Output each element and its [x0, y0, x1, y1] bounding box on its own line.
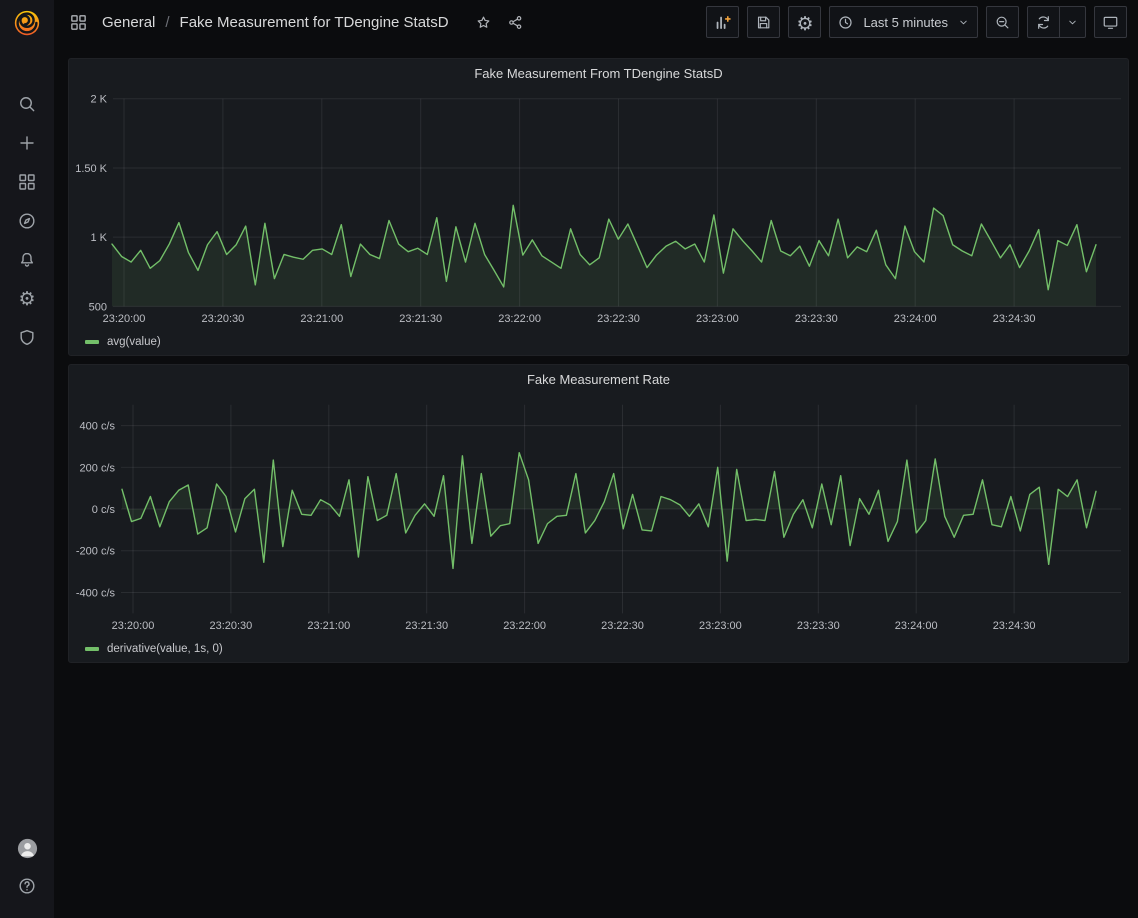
legend-label: avg(value) — [107, 336, 161, 348]
legend-swatch — [85, 340, 99, 344]
svg-text:23:20:00: 23:20:00 — [112, 620, 155, 632]
sidebar-bottom — [16, 837, 39, 896]
svg-text:500: 500 — [89, 301, 107, 313]
user-avatar[interactable] — [16, 837, 39, 860]
panel-title[interactable]: Fake Measurement From TDengine StatsD — [69, 59, 1128, 81]
svg-text:23:23:30: 23:23:30 — [795, 313, 838, 325]
svg-text:23:21:00: 23:21:00 — [300, 313, 343, 325]
svg-text:23:21:30: 23:21:30 — [399, 313, 442, 325]
legend-item[interactable]: avg(value) — [85, 336, 161, 348]
svg-text:-400 c/s: -400 c/s — [76, 587, 116, 599]
time-series-chart[interactable]: 23:20:00 23:20:30 23:21:00 23:21:30 23:22:00… — [69, 365, 1128, 662]
svg-text:23:23:00: 23:23:00 — [699, 620, 742, 632]
dashboards-icon[interactable] — [17, 172, 37, 192]
svg-text:1.50 K: 1.50 K — [75, 163, 107, 175]
svg-text:23:24:00: 23:24:00 — [894, 313, 937, 325]
panel-fake-measurement-rate: Fake Measurement Rate 23:20:0023:20:3023… — [68, 364, 1129, 663]
time-range-label: Last 5 minutes — [861, 15, 950, 30]
legend-label: derivative(value, 1s, 0) — [107, 643, 223, 655]
panel-title[interactable]: Fake Measurement Rate — [69, 365, 1128, 387]
breadcrumb-dashboard-title[interactable]: Fake Measurement for TDengine StatsD — [180, 14, 449, 31]
sidebar: ⚙ — [0, 0, 54, 918]
save-dashboard-button[interactable] — [747, 6, 780, 38]
chevron-down-icon — [1066, 16, 1079, 29]
grafana-app: ⚙ General / Fake Measurement for TDengin… — [0, 0, 1138, 918]
svg-text:2 K: 2 K — [90, 94, 107, 106]
cycle-view-mode-button[interactable] — [1094, 6, 1127, 38]
dashboard-toolbar: ⚙ Last 5 minutes — [706, 6, 1127, 38]
svg-text:-200 c/s: -200 c/s — [76, 546, 116, 558]
chevron-down-icon — [957, 16, 970, 29]
dashboard-canvas: Fake Measurement From TDengine StatsD 23… — [54, 44, 1138, 671]
svg-text:23:20:30: 23:20:30 — [210, 620, 253, 632]
help-icon[interactable] — [17, 876, 37, 896]
sync-icon — [1035, 14, 1052, 31]
refresh-button-group — [1027, 6, 1086, 38]
refresh-interval-dropdown[interactable] — [1060, 6, 1086, 38]
server-admin-shield-icon[interactable] — [17, 328, 37, 348]
gear-icon: ⚙ — [796, 14, 813, 31]
svg-text:23:20:30: 23:20:30 — [202, 313, 245, 325]
configuration-gear-icon[interactable]: ⚙ — [17, 289, 37, 309]
alerting-bell-icon[interactable] — [17, 250, 37, 270]
refresh-button[interactable] — [1027, 6, 1060, 38]
top-navbar: General / Fake Measurement for TDengine … — [54, 0, 1138, 44]
panel-add-icon — [714, 14, 731, 31]
svg-text:23:21:00: 23:21:00 — [307, 620, 350, 632]
search-icon[interactable] — [17, 94, 37, 114]
create-plus-icon[interactable] — [17, 133, 37, 153]
grafana-logo[interactable] — [12, 8, 42, 38]
svg-text:23:22:00: 23:22:00 — [498, 313, 541, 325]
sidebar-nav: ⚙ — [17, 94, 37, 348]
svg-text:1 K: 1 K — [90, 232, 107, 244]
legend-item[interactable]: derivative(value, 1s, 0) — [85, 643, 223, 655]
dashboard-grid-icon[interactable] — [69, 13, 88, 32]
explore-compass-icon[interactable] — [17, 211, 37, 231]
time-series-chart[interactable]: 23:20:00 23:20:30 23:21:00 23:21:30 23:22:00… — [69, 59, 1128, 355]
star-icon[interactable] — [475, 14, 492, 31]
svg-text:23:23:00: 23:23:00 — [696, 313, 739, 325]
svg-text:23:24:00: 23:24:00 — [895, 620, 938, 632]
save-icon — [755, 14, 772, 31]
clock-icon — [837, 14, 854, 31]
main-area: General / Fake Measurement for TDengine … — [54, 0, 1138, 918]
breadcrumb-separator: / — [165, 14, 169, 31]
monitor-icon — [1102, 14, 1119, 31]
svg-text:23:24:30: 23:24:30 — [993, 620, 1036, 632]
svg-text:0 c/s: 0 c/s — [92, 504, 116, 516]
svg-text:400 c/s: 400 c/s — [80, 421, 116, 433]
share-icon[interactable] — [507, 14, 524, 31]
svg-text:23:22:30: 23:22:30 — [597, 313, 640, 325]
svg-text:23:23:30: 23:23:30 — [797, 620, 840, 632]
zoom-out-icon — [994, 14, 1011, 31]
panel-fake-measurement: Fake Measurement From TDengine StatsD 23… — [68, 58, 1129, 356]
svg-text:200 c/s: 200 c/s — [80, 462, 116, 474]
dashboard-settings-button[interactable]: ⚙ — [788, 6, 821, 38]
legend-swatch — [85, 647, 99, 651]
svg-text:23:21:30: 23:21:30 — [405, 620, 448, 632]
breadcrumb: General / Fake Measurement for TDengine … — [69, 13, 524, 32]
add-panel-button[interactable] — [706, 6, 739, 38]
breadcrumb-folder[interactable]: General — [102, 14, 155, 31]
svg-text:23:24:30: 23:24:30 — [993, 313, 1036, 325]
svg-text:23:22:00: 23:22:00 — [503, 620, 546, 632]
time-range-picker[interactable]: Last 5 minutes — [829, 6, 978, 38]
zoom-out-time-button[interactable] — [986, 6, 1019, 38]
svg-text:23:20:00: 23:20:00 — [103, 313, 146, 325]
svg-text:23:22:30: 23:22:30 — [601, 620, 644, 632]
